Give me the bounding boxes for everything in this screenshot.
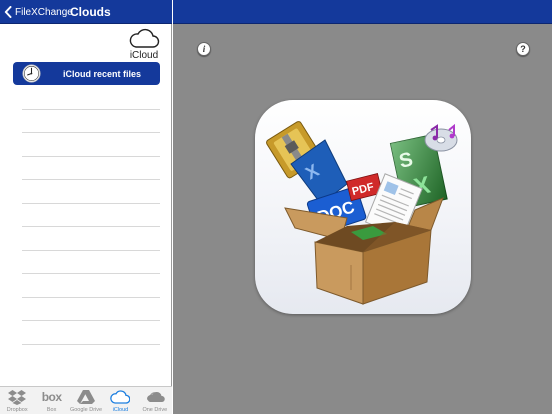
google-drive-icon: [77, 390, 96, 404]
tab-onedrive[interactable]: One Drive: [138, 387, 172, 414]
tab-google-drive[interactable]: Google Drive: [69, 387, 103, 414]
onedrive-icon: [146, 391, 165, 402]
back-button-label: FileXChange: [15, 6, 73, 18]
tab-label: One Drive: [142, 407, 168, 413]
main-panel: i ? X S X DOC PDF: [173, 0, 552, 414]
box-icon: box: [41, 390, 62, 404]
help-button[interactable]: ?: [516, 42, 530, 56]
tab-label: iCloud: [112, 407, 129, 413]
icloud-logo-text: iCloud: [129, 50, 159, 61]
list-item[interactable]: [22, 180, 160, 204]
list-item[interactable]: [22, 298, 160, 321]
cloud-tab-bar: Dropbox box Box Google Drive iCloud One …: [0, 386, 172, 414]
info-icon: i: [202, 43, 206, 54]
sidebar-header: FileXChange Clouds: [0, 0, 172, 24]
list-item[interactable]: [22, 133, 160, 157]
list-item[interactable]: [22, 321, 160, 345]
list-item[interactable]: [22, 86, 160, 110]
dropbox-icon: [8, 390, 27, 405]
tab-dropbox[interactable]: Dropbox: [0, 387, 34, 414]
sidebar: FileXChange Clouds iCloud iCloud recent …: [0, 0, 172, 414]
clock-icon: [22, 64, 41, 83]
cd-icon: [424, 123, 458, 152]
chevron-left-icon: [4, 6, 12, 18]
tab-icloud[interactable]: iCloud: [103, 387, 137, 414]
list-item[interactable]: [22, 274, 160, 298]
sidebar-title: Clouds: [70, 5, 111, 19]
tab-label: Google Drive: [69, 407, 103, 413]
filexchange-app-icon: X S X DOC PDF: [255, 100, 471, 314]
tab-box[interactable]: box Box: [34, 387, 68, 414]
icloud-logo: iCloud: [128, 28, 160, 64]
info-button[interactable]: i: [197, 42, 211, 56]
list-item[interactable]: [22, 227, 160, 251]
main-header: [173, 0, 552, 24]
icloud-icon: [129, 28, 160, 48]
tab-label: Box: [46, 407, 57, 413]
file-list: [22, 86, 160, 345]
list-item[interactable]: [22, 110, 160, 133]
tab-label: Dropbox: [6, 407, 28, 413]
icloud-icon: [110, 390, 131, 404]
list-item[interactable]: [22, 157, 160, 180]
list-item[interactable]: [22, 204, 160, 227]
list-item[interactable]: [22, 251, 160, 274]
back-button[interactable]: FileXChange: [4, 4, 73, 20]
help-icon: ?: [520, 43, 526, 54]
icloud-recent-files-label: iCloud recent files: [63, 68, 142, 79]
app-icon-artwork: X S X DOC PDF: [266, 121, 458, 305]
icloud-recent-files-button[interactable]: iCloud recent files: [13, 62, 160, 85]
